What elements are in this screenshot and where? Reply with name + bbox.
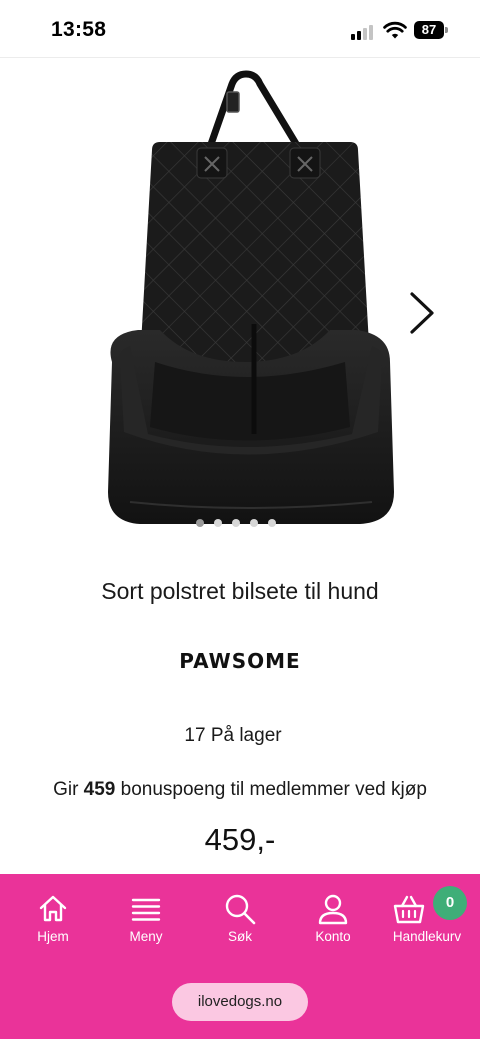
menu-icon	[131, 898, 161, 921]
signal-icon	[351, 24, 375, 40]
status-time: 13:58	[51, 18, 107, 41]
battery-level: 87	[414, 21, 444, 39]
battery-icon: 87	[414, 21, 448, 39]
bonus-prefix: Gir	[53, 779, 84, 800]
bonus-suffix: bonuspoeng til medlemmer ved kjøp	[115, 779, 427, 800]
carousel-dot[interactable]	[268, 519, 276, 527]
carousel-dot[interactable]	[196, 519, 204, 527]
product-price: 459,-	[204, 822, 276, 857]
carousel-dots[interactable]	[196, 519, 276, 529]
nav-item-cart[interactable]: Handlekurv 0	[382, 886, 472, 944]
product-title: Sort polstret bilsete til hund	[101, 578, 379, 604]
browser-url-pill[interactable]: ilovedogs.no	[172, 983, 308, 1021]
nav-item-home[interactable]: Hjem	[8, 892, 98, 944]
user-icon	[318, 894, 348, 925]
chevron-right-icon[interactable]	[400, 288, 444, 338]
carousel-dot[interactable]	[214, 519, 222, 527]
nav-label-account: Konto	[315, 929, 351, 944]
nav-item-menu[interactable]: Meny	[101, 892, 191, 944]
bonus-points-value: 459	[83, 779, 116, 800]
divider	[0, 57, 480, 58]
nav-item-account[interactable]: Konto	[288, 892, 378, 944]
status-bar: 13:58 87	[0, 0, 480, 58]
nav-label-cart: Handlekurv	[392, 929, 462, 944]
brand-logo[interactable]: PAWSOME	[0, 649, 480, 673]
bonus-points-text: Gir 459 bonuspoeng til medlemmer ved kjø…	[0, 779, 480, 801]
search-icon	[225, 894, 256, 925]
carousel-dot[interactable]	[250, 519, 258, 527]
cart-count-badge: 0	[433, 886, 467, 920]
stock-status: 17 På lager	[184, 725, 282, 746]
basket-icon	[393, 895, 425, 924]
nav-label-home: Hjem	[37, 929, 69, 944]
home-icon	[39, 895, 67, 922]
nav-item-search[interactable]: Søk	[195, 892, 285, 944]
wifi-icon	[383, 21, 407, 39]
dog-car-seat-image[interactable]	[60, 62, 430, 532]
carousel-dot[interactable]	[232, 519, 240, 527]
bottom-nav: Hjem Meny Søk Konto Handlekurv 0 ilovedo…	[0, 874, 480, 1039]
nav-label-menu: Meny	[129, 929, 163, 944]
nav-label-search: Søk	[227, 929, 252, 944]
